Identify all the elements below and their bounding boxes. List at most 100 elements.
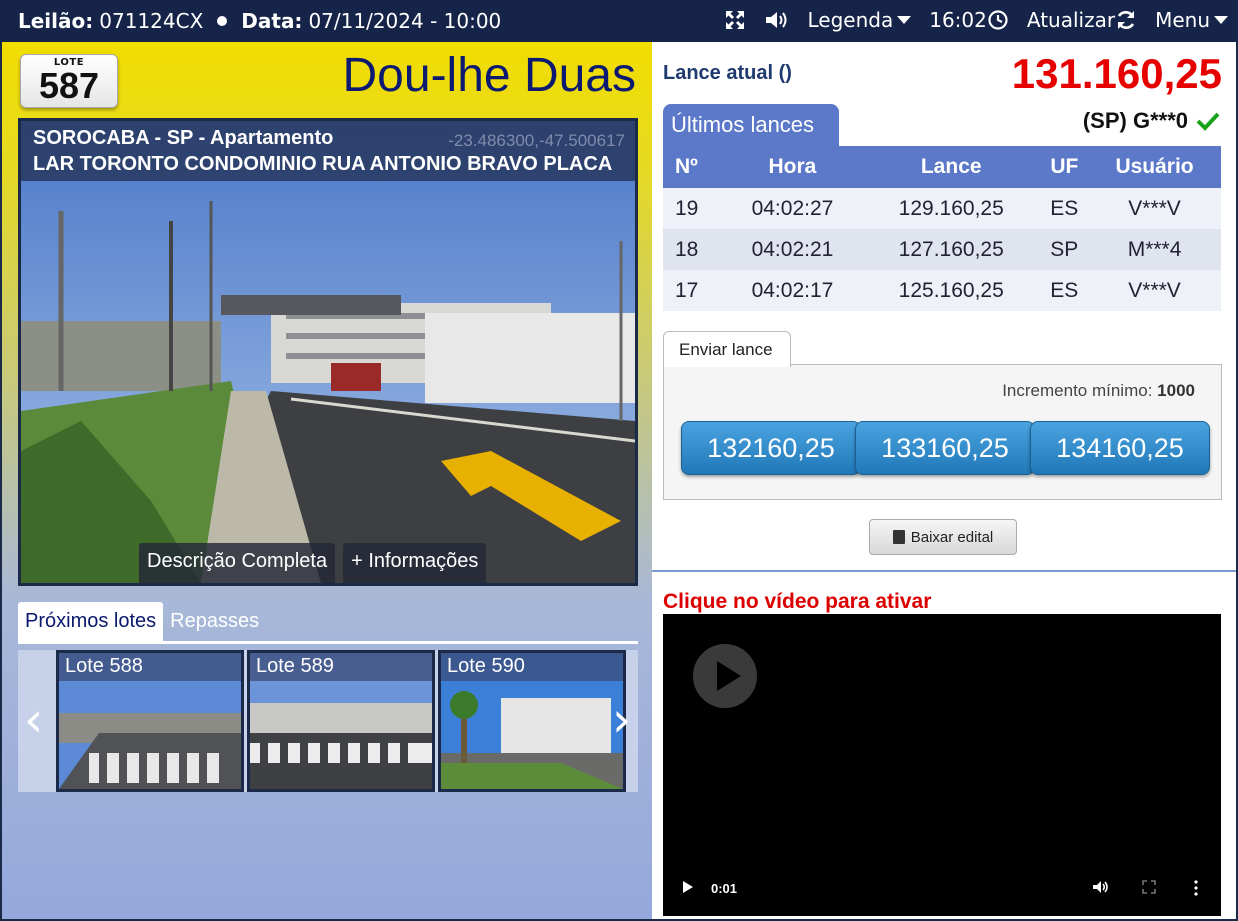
auction-screen: Leilão: 071124CX Data: 07/11/2024 - 10:0…	[0, 0, 1238, 921]
legenda-menu[interactable]: Legenda	[808, 8, 912, 32]
cell-numero: 17	[663, 270, 723, 311]
baixar-edital-label: Baixar edital	[910, 528, 994, 546]
fullscreen-icon[interactable]	[1142, 880, 1156, 894]
bid-option-button-2[interactable]: 133160,25	[855, 421, 1035, 475]
lot-photo-image	[21, 121, 635, 583]
next-lots-tabs: Próximos lotes Repasses	[18, 602, 638, 644]
video-player[interactable]: 0:01	[663, 614, 1221, 916]
play-icon	[717, 661, 741, 691]
cell-lance: 125.160,25	[861, 270, 1041, 311]
carousel-item-lote-590[interactable]: Lote 590	[438, 650, 626, 792]
carousel-prev-icon[interactable]: ‹	[24, 696, 43, 744]
cell-usuario: M***4	[1088, 229, 1221, 270]
cell-numero: 18	[663, 229, 723, 270]
lot-location: SOROCABA - SP - Apartamento	[33, 127, 334, 149]
top-bar: Leilão: 071124CX Data: 07/11/2024 - 10:0…	[0, 0, 1238, 42]
carousel-item-label: Lote 588	[59, 653, 241, 681]
play-button[interactable]	[693, 644, 757, 708]
cell-lance: 127.160,25	[861, 229, 1041, 270]
leilao-value: 071124CX	[99, 9, 204, 33]
bidding-panel: Lance atual () 131.160,25 Últimos lances…	[652, 42, 1236, 572]
col-lance: Lance	[861, 146, 1041, 188]
video-time: 0:01	[711, 881, 738, 896]
carousel-item-lote-589[interactable]: Lote 589	[247, 650, 435, 792]
cell-hora: 04:02:27	[723, 188, 862, 229]
menu-label: Menu	[1155, 8, 1210, 32]
table-row: 17 04:02:17 125.160,25 ES V***V	[663, 270, 1221, 311]
lot-photo-header: SOROCABA - SP - Apartamento -23.486300,-…	[21, 121, 635, 181]
volume-icon[interactable]	[1092, 880, 1110, 894]
tab-enviar-lance[interactable]: Enviar lance	[663, 331, 791, 367]
auction-title: Dou-lhe Duas	[342, 49, 636, 102]
cell-hora: 04:02:17	[723, 270, 862, 311]
play-control-icon[interactable]	[682, 880, 694, 894]
atualizar-label: Atualizar	[1026, 8, 1116, 32]
cell-lance: 129.160,25	[861, 188, 1041, 229]
leader-info: (SP) G***0	[1083, 108, 1220, 134]
data-label: Data:	[241, 9, 303, 33]
minimum-increment-value: 1000	[1157, 381, 1195, 400]
separator-dot	[217, 16, 228, 26]
bid-option-button-3[interactable]: 134160,25	[1030, 421, 1210, 475]
cell-uf: ES	[1040, 270, 1089, 311]
descricao-completa-button[interactable]: Descrição Completa	[139, 543, 336, 583]
video-hint: Clique no vídeo para ativar	[663, 590, 932, 613]
tab-ultimos-lances[interactable]: Últimos lances	[663, 104, 839, 146]
more-options-icon[interactable]	[1193, 880, 1199, 896]
lot-badge: LOTE 587	[20, 54, 118, 108]
lot-photo[interactable]: SOROCABA - SP - Apartamento -23.486300,-…	[18, 118, 638, 586]
lot-address: LAR TORONTO CONDOMINIO RUA ANTONIO BRAVO…	[33, 153, 613, 175]
leader-user: (SP) G***0	[1082, 108, 1188, 133]
tab-repasses[interactable]: Repasses	[163, 602, 266, 642]
cell-uf: ES	[1040, 188, 1089, 229]
lot-coordinates: -23.486300,-47.500617	[448, 131, 625, 150]
send-bid-box: Incremento mínimo: 1000 132160,25 133160…	[663, 364, 1222, 500]
col-numero: Nº	[663, 146, 723, 188]
top-controls: Legenda 16:02 Atualizar Menu	[706, 8, 1228, 32]
col-usuario: Usuário	[1088, 146, 1221, 188]
cell-usuario: V***V	[1088, 188, 1221, 229]
cell-usuario: V***V	[1088, 270, 1221, 311]
cell-numero: 19	[663, 188, 723, 229]
atualizar-button[interactable]: Atualizar	[1027, 8, 1137, 32]
bids-table: Nº Hora Lance UF Usuário 19 04:02:27 129…	[663, 146, 1221, 311]
chevron-down-icon	[1214, 16, 1228, 24]
fullscreen-button[interactable]	[724, 9, 746, 31]
data-value: 07/11/2024 - 10:00	[308, 9, 502, 33]
cell-hora: 04:02:21	[723, 229, 862, 270]
fullscreen-icon	[725, 11, 744, 29]
next-lots-carousel: ‹ Lote 588 Lote 589 Lote 590 ›	[18, 650, 638, 792]
clock-icon	[988, 10, 1008, 30]
photo-actions: Descrição Completa + Informações	[139, 543, 494, 583]
refresh-icon	[1117, 11, 1135, 29]
menu-button[interactable]: Menu	[1155, 8, 1228, 32]
baixar-edital-button[interactable]: Baixar edital	[869, 519, 1017, 555]
tab-proximos-lotes[interactable]: Próximos lotes	[18, 602, 164, 642]
col-uf: UF	[1040, 146, 1089, 188]
leilao-label: Leilão:	[18, 9, 94, 33]
lot-panel: LOTE 587 Dou-lhe Duas SOROCABA - SP - Ap…	[2, 42, 652, 919]
book-icon	[892, 530, 905, 544]
carousel-item-lote-588[interactable]: Lote 588	[56, 650, 244, 792]
mais-informacoes-button[interactable]: + Informações	[343, 543, 487, 583]
video-panel: Clique no vídeo para ativar 0:01	[652, 572, 1236, 919]
clock: 16:02	[929, 8, 1009, 32]
lot-number: 587	[38, 65, 100, 106]
bid-option-button-1[interactable]: 132160,25	[681, 421, 861, 475]
carousel-next-icon[interactable]: ›	[612, 696, 631, 744]
table-row: 19 04:02:27 129.160,25 ES V***V	[663, 188, 1221, 229]
current-bid-value: 131.160,25	[1011, 50, 1222, 97]
table-row: 18 04:02:21 127.160,25 SP M***4	[663, 229, 1221, 270]
minimum-increment: Incremento mínimo: 1000	[1002, 381, 1195, 401]
clock-time: 16:02	[929, 8, 987, 32]
volume-icon	[765, 12, 786, 28]
carousel-item-label: Lote 590	[441, 653, 623, 681]
col-hora: Hora	[723, 146, 862, 188]
carousel-item-label: Lote 589	[250, 653, 432, 681]
minimum-increment-label: Incremento mínimo:	[1002, 381, 1153, 400]
auction-info: Leilão: 071124CX Data: 07/11/2024 - 10:0…	[18, 9, 501, 33]
cell-uf: SP	[1040, 229, 1089, 270]
check-icon	[1196, 112, 1220, 131]
current-bid-label: Lance atual ()	[663, 62, 792, 84]
volume-button[interactable]	[764, 9, 790, 31]
